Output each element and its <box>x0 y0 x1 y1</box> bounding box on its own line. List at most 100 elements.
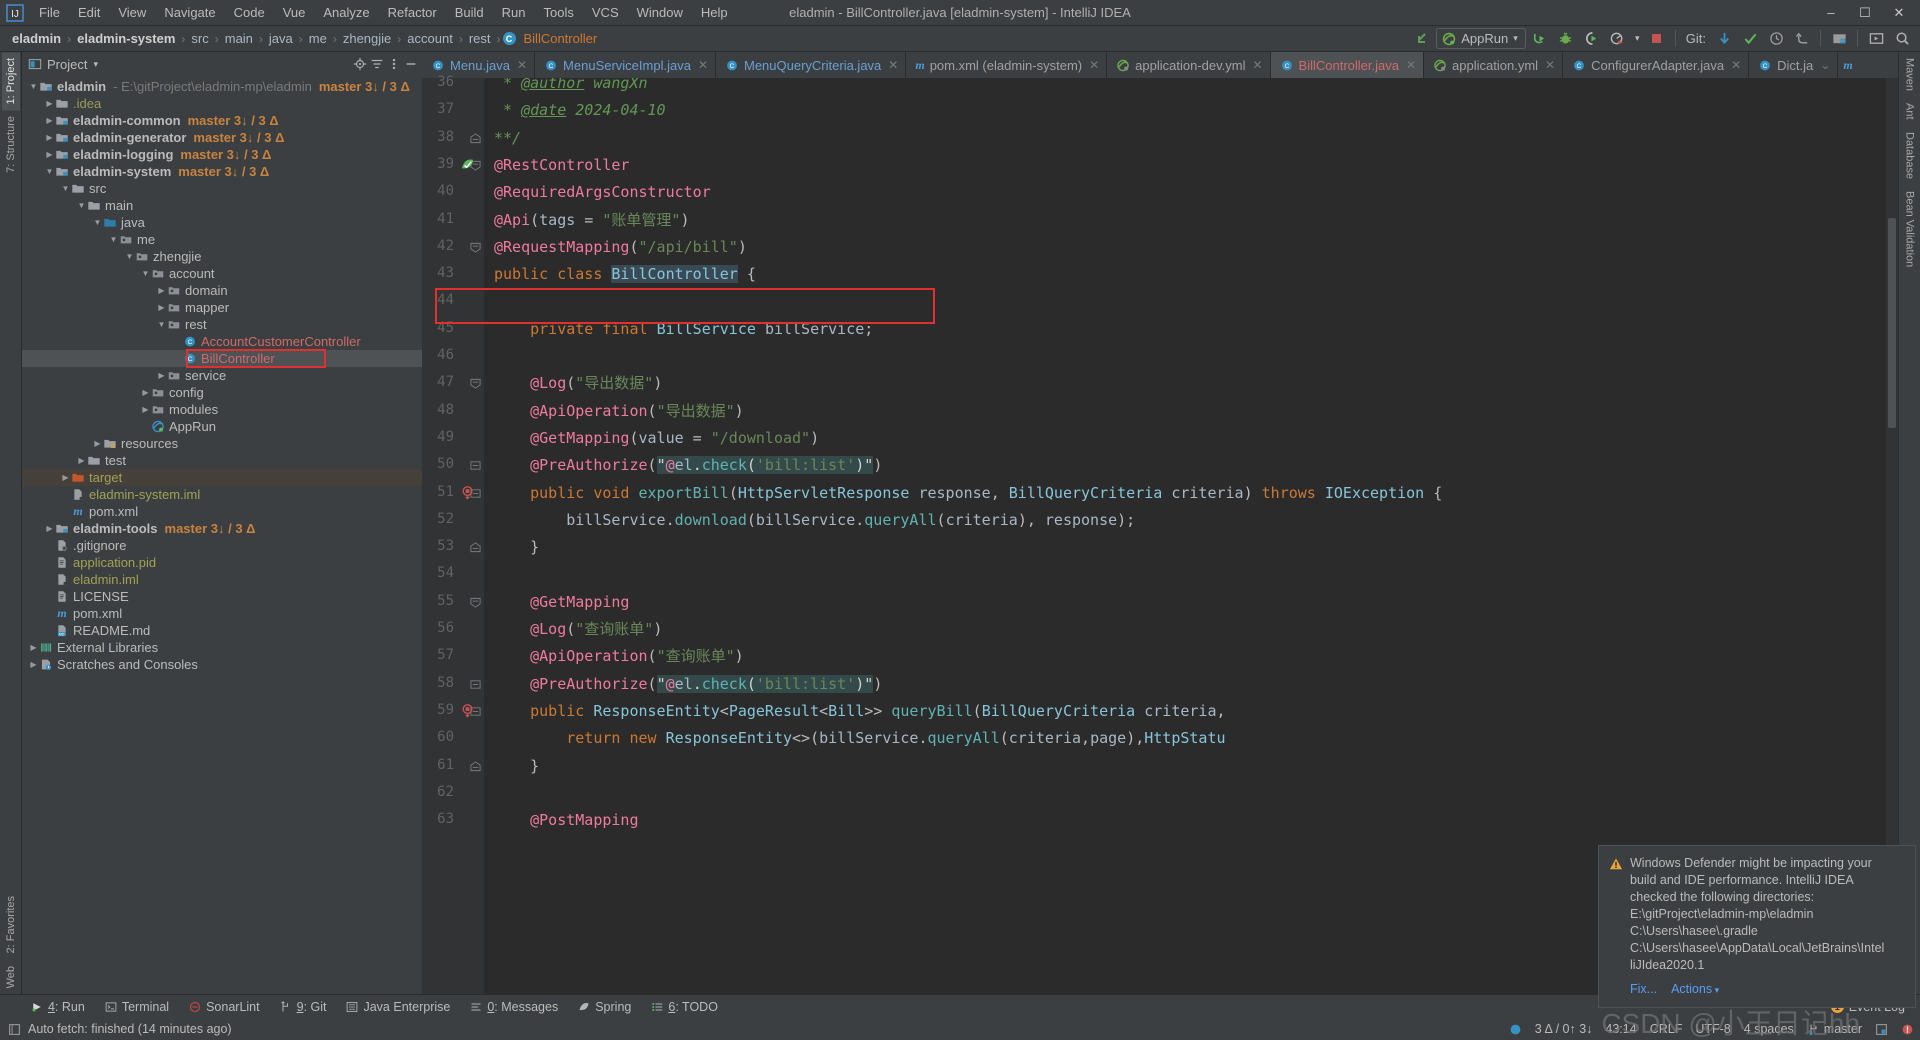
tree-node-eladmin-common[interactable]: ▶ eladmin-common master 3↓ / 3 Δ <box>22 112 422 129</box>
status-message[interactable]: Auto fetch: finished (14 minutes ago) <box>28 1022 232 1036</box>
breadcrumb-item-zhengjie[interactable]: zhengjie <box>339 29 395 48</box>
close-icon[interactable]: ⌄ <box>1820 58 1830 72</box>
code-fold-handle[interactable] <box>470 542 481 553</box>
git-commit-icon[interactable] <box>1738 28 1762 50</box>
back-arrow-icon[interactable] <box>1410 28 1434 50</box>
line-separator[interactable]: CRLF <box>1650 1022 1683 1036</box>
panel-options-icon[interactable] <box>387 57 401 71</box>
tree-node-src[interactable]: ▼ src <box>22 180 422 197</box>
chevron-right-icon[interactable]: ▶ <box>156 370 167 381</box>
tree-node-domain[interactable]: ▶ domain <box>22 282 422 299</box>
breadcrumb-item-me[interactable]: me <box>305 29 331 48</box>
code-line[interactable]: @Log("导出数据") <box>494 370 662 397</box>
tree-node-me[interactable]: ▼ me <box>22 231 422 248</box>
code-line[interactable]: private final BillService billService; <box>494 316 873 343</box>
git-update-project-icon[interactable] <box>1712 28 1736 50</box>
menu-vue[interactable]: Vue <box>274 2 315 23</box>
tree-node-accountcustomercontroller[interactable]: C AccountCustomerController <box>22 333 422 350</box>
code-line[interactable]: @GetMapping(value = "/download") <box>494 425 819 452</box>
chevron-right-icon[interactable]: ▶ <box>140 404 151 415</box>
search-everywhere-icon[interactable] <box>1890 28 1914 50</box>
rail-tab-favorites[interactable]: 2: Favorites <box>2 890 20 959</box>
indent-setting[interactable]: 4 spaces <box>1744 1022 1794 1036</box>
menu-file[interactable]: File <box>30 2 69 23</box>
chevron-right-icon[interactable]: ▶ <box>60 472 71 483</box>
tree-node-main[interactable]: ▼ main <box>22 197 422 214</box>
code-line[interactable]: * @author wangXn <box>494 78 648 97</box>
menu-build[interactable]: Build <box>446 2 493 23</box>
menu-window[interactable]: Window <box>628 2 692 23</box>
tree-node-scratches-and-consoles[interactable]: ▶ Scratches and Consoles <box>22 656 422 673</box>
tree-node-pom-xml[interactable]: m pom.xml <box>22 503 422 520</box>
maven-tab-overflow-icon[interactable]: m <box>1838 52 1857 78</box>
tool-window-tab-java-enterprise[interactable]: Java Enterprise <box>337 998 459 1016</box>
chevron-right-icon[interactable]: ▶ <box>44 523 55 534</box>
menu-navigate[interactable]: Navigate <box>155 2 224 23</box>
menu-refactor[interactable]: Refactor <box>379 2 446 23</box>
chevron-right-icon[interactable]: ▶ <box>44 98 55 109</box>
tree-node-gitignore[interactable]: .gitignore <box>22 537 422 554</box>
tool-window-tab-terminal[interactable]: Terminal <box>96 998 178 1016</box>
chevron-down-icon[interactable]: ▼ <box>28 81 39 92</box>
tree-node-rest[interactable]: ▼ rest <box>22 316 422 333</box>
run-icon[interactable] <box>1528 28 1552 50</box>
rail-tab-structure[interactable]: 7: Structure <box>2 110 20 179</box>
tree-node-eladmin-logging[interactable]: ▶ eladmin-logging master 3↓ / 3 Δ <box>22 146 422 163</box>
tree-node-eladmin-tools[interactable]: ▶ eladmin-tools master 3↓ / 3 Δ <box>22 520 422 537</box>
code-line[interactable]: billService.download(billService.queryAl… <box>494 507 1135 534</box>
chevron-right-icon[interactable]: ▶ <box>156 302 167 313</box>
rail-tab-web[interactable]: Web <box>2 960 20 994</box>
breadcrumb-item-rest[interactable]: rest <box>465 29 495 48</box>
chevron-right-icon[interactable]: ▶ <box>76 455 87 466</box>
notification-balloon[interactable]: Windows Defender might be impacting your… <box>1598 845 1916 1008</box>
profiler-icon[interactable] <box>1606 28 1630 50</box>
request-mapping-icon[interactable] <box>460 703 475 718</box>
editor-tab-configureradapter-java[interactable]: C ConfigurerAdapter.java ✕ <box>1563 52 1750 78</box>
tree-node-readme-md[interactable]: MD README.md <box>22 622 422 639</box>
close-icon[interactable]: ✕ <box>1545 58 1555 72</box>
menu-edit[interactable]: Edit <box>69 2 109 23</box>
tree-node-eladmin[interactable]: ▼ eladmin - E:\gitProject\eladmin-mp\eladm… <box>22 78 422 95</box>
code-line[interactable]: } <box>494 534 539 561</box>
tool-window-tab-6-todo[interactable]: 6: TODO <box>642 998 727 1016</box>
chevron-right-icon[interactable]: ▶ <box>92 438 103 449</box>
code-fold-handle[interactable] <box>470 679 481 690</box>
tree-node-target[interactable]: ▶ target <box>22 469 422 486</box>
rail-tab-database[interactable]: Database <box>1901 126 1919 185</box>
chevron-down-icon[interactable]: ▾ <box>1513 33 1518 44</box>
editor-tab-application-yml[interactable]: application.yml ✕ <box>1424 52 1564 78</box>
menu-analyze[interactable]: Analyze <box>314 2 378 23</box>
breadcrumb-item-eladmin-system[interactable]: eladmin-system <box>73 29 179 48</box>
chevron-right-icon[interactable]: ▶ <box>44 115 55 126</box>
tree-node-test[interactable]: ▶ test <box>22 452 422 469</box>
code-line[interactable]: @PreAuthorize("@el.check('bill:list')") <box>494 452 882 479</box>
editor-tab-dict-ja[interactable]: C Dict.ja ⌄ <box>1749 52 1839 78</box>
collapse-all-icon[interactable] <box>370 57 384 71</box>
tool-window-tab-4-run[interactable]: 4: Run <box>22 998 94 1016</box>
menu-view[interactable]: View <box>109 2 155 23</box>
editor-tab-bar[interactable]: C Menu.java ✕ C MenuServiceImpl.java ✕ C MenuQu… <box>422 52 1898 78</box>
editor-tab-menuserviceimpl-java[interactable]: C MenuServiceImpl.java ✕ <box>535 52 716 78</box>
tool-window-tab-0-messages[interactable]: 0: Messages <box>461 998 567 1016</box>
request-mapping-icon[interactable] <box>460 485 475 500</box>
code-fold-handle[interactable] <box>470 378 481 389</box>
code-fold-handle[interactable] <box>470 597 481 608</box>
tree-node-resources[interactable]: ▶ resources <box>22 435 422 452</box>
code-line[interactable]: } <box>494 753 539 780</box>
tool-window-tab-9-git[interactable]: 9: Git <box>271 998 336 1016</box>
chevron-down-icon[interactable]: ▾ <box>93 59 98 70</box>
chevron-down-icon[interactable]: ▼ <box>76 200 87 211</box>
chevron-down-icon[interactable]: ▼ <box>140 268 151 279</box>
editor-tab-pom-xml-eladmin-system[interactable]: m pom.xml (eladmin-system) ✕ <box>906 52 1108 78</box>
rail-tab-maven[interactable]: Maven <box>1901 52 1919 97</box>
breadcrumb-item-java[interactable]: java <box>265 29 297 48</box>
tree-node-java[interactable]: ▼ java <box>22 214 422 231</box>
editor-scrollbar-thumb[interactable] <box>1888 218 1896 428</box>
code-line[interactable]: @RequestMapping("/api/bill") <box>494 234 747 261</box>
problems-count[interactable]: 3 Δ / 0↑ 3↓ <box>1535 1022 1593 1036</box>
debug-icon[interactable] <box>1554 28 1578 50</box>
rail-tab-project[interactable]: 1: Project <box>1 52 20 111</box>
menu-vcs[interactable]: VCS <box>583 2 628 23</box>
locate-file-icon[interactable] <box>353 57 367 71</box>
tree-node-apprun[interactable]: AppRun <box>22 418 422 435</box>
